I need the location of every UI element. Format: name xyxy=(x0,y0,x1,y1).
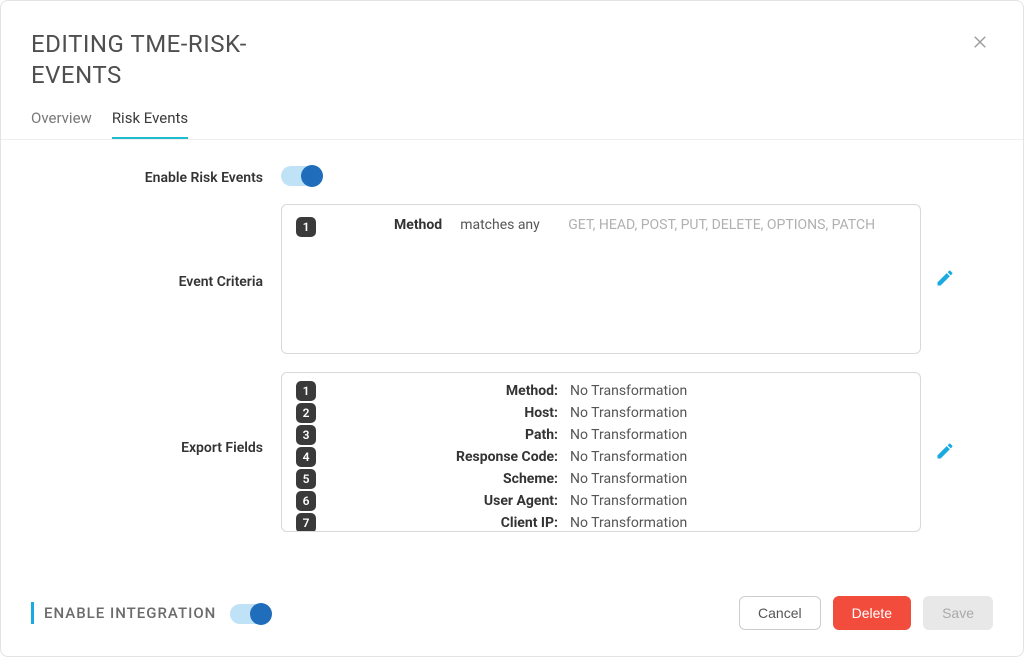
export-field-row: 3 Path: No Transformation xyxy=(296,425,906,445)
event-criteria-box: 1 Method matches any GET, HEAD, POST, PU… xyxy=(281,204,921,354)
modal-body: Enable Risk Events Event Criteria 1 Meth… xyxy=(1,140,1023,577)
rule-operator: matches any xyxy=(460,217,550,233)
export-fields-scroll[interactable]: 1 Method: No Transformation 2 Host: No Transf… xyxy=(282,373,920,531)
label-event-criteria: Event Criteria xyxy=(31,204,281,290)
export-field-name: Method: xyxy=(328,383,558,399)
export-field-row: 7 Client IP: No Transformation xyxy=(296,513,906,531)
export-field-row: 1 Method: No Transformation xyxy=(296,381,906,401)
export-field-index-badge: 3 xyxy=(296,425,316,445)
row-event-criteria: Event Criteria 1 Method matches any GET,… xyxy=(31,204,993,354)
export-field-index-badge: 7 xyxy=(296,513,316,531)
export-field-index-badge: 2 xyxy=(296,403,316,423)
export-field-transform: No Transformation xyxy=(570,405,687,421)
toggle-knob xyxy=(301,165,323,187)
toggle-knob xyxy=(250,603,272,625)
export-field-row: 6 User Agent: No Transformation xyxy=(296,491,906,511)
export-field-row: 2 Host: No Transformation xyxy=(296,403,906,423)
modal-header: EDITING TME-RISK-EVENTS xyxy=(1,1,1023,91)
export-field-name: Path: xyxy=(328,427,558,443)
tabs: Overview Risk Events xyxy=(1,91,1023,140)
export-field-index-badge: 1 xyxy=(296,381,316,401)
export-field-transform: No Transformation xyxy=(570,471,687,487)
export-field-transform: No Transformation xyxy=(570,449,687,465)
pencil-icon xyxy=(935,449,955,464)
save-button[interactable]: Save xyxy=(923,596,993,630)
label-export-fields: Export Fields xyxy=(31,372,281,456)
modal-footer: ENABLE INTEGRATION Cancel Delete Save xyxy=(1,577,1023,656)
delete-button[interactable]: Delete xyxy=(833,596,911,630)
export-field-row: 5 Scheme: No Transformation xyxy=(296,469,906,489)
rule-value: GET, HEAD, POST, PUT, DELETE, OPTIONS, P… xyxy=(568,217,906,233)
export-field-name: Host: xyxy=(328,405,558,421)
close-button[interactable] xyxy=(967,29,993,58)
close-icon xyxy=(971,39,989,54)
export-field-transform: No Transformation xyxy=(570,383,687,399)
tab-overview[interactable]: Overview xyxy=(31,109,92,139)
edit-risk-events-modal: EDITING TME-RISK-EVENTS Overview Risk Ev… xyxy=(0,0,1024,657)
export-fields-box: 1 Method: No Transformation 2 Host: No Transf… xyxy=(281,372,921,532)
export-field-name: Scheme: xyxy=(328,471,558,487)
footer-left: ENABLE INTEGRATION xyxy=(31,602,270,624)
export-field-transform: No Transformation xyxy=(570,493,687,509)
cancel-button[interactable]: Cancel xyxy=(739,596,821,630)
row-enable-risk-events: Enable Risk Events xyxy=(31,164,993,186)
label-enable-risk-events: Enable Risk Events xyxy=(31,164,281,186)
export-field-index-badge: 5 xyxy=(296,469,316,489)
pencil-icon xyxy=(935,276,955,291)
export-field-transform: No Transformation xyxy=(570,427,687,443)
modal-title: EDITING TME-RISK-EVENTS xyxy=(31,29,301,91)
export-field-index-badge: 6 xyxy=(296,491,316,511)
edit-event-criteria-button[interactable] xyxy=(931,264,959,295)
toggle-enable-risk-events[interactable] xyxy=(281,166,321,186)
export-field-transform: No Transformation xyxy=(570,515,687,531)
criteria-rule: 1 Method matches any GET, HEAD, POST, PU… xyxy=(296,217,906,237)
export-field-name: User Agent: xyxy=(328,493,558,509)
export-field-row: 4 Response Code: No Transformation xyxy=(296,447,906,467)
edit-export-fields-button[interactable] xyxy=(931,437,959,468)
footer-actions: Cancel Delete Save xyxy=(739,596,993,630)
row-export-fields: Export Fields 1Method:No Transformation2… xyxy=(31,372,993,532)
export-field-index-badge: 4 xyxy=(296,447,316,467)
export-field-name: Response Code: xyxy=(328,449,558,465)
rule-index-badge: 1 xyxy=(296,217,316,237)
rule-field: Method xyxy=(334,217,442,233)
export-field-name: Client IP: xyxy=(328,515,558,531)
label-enable-integration: ENABLE INTEGRATION xyxy=(44,604,216,622)
tab-risk-events[interactable]: Risk Events xyxy=(112,109,188,139)
toggle-enable-integration[interactable] xyxy=(230,604,270,624)
